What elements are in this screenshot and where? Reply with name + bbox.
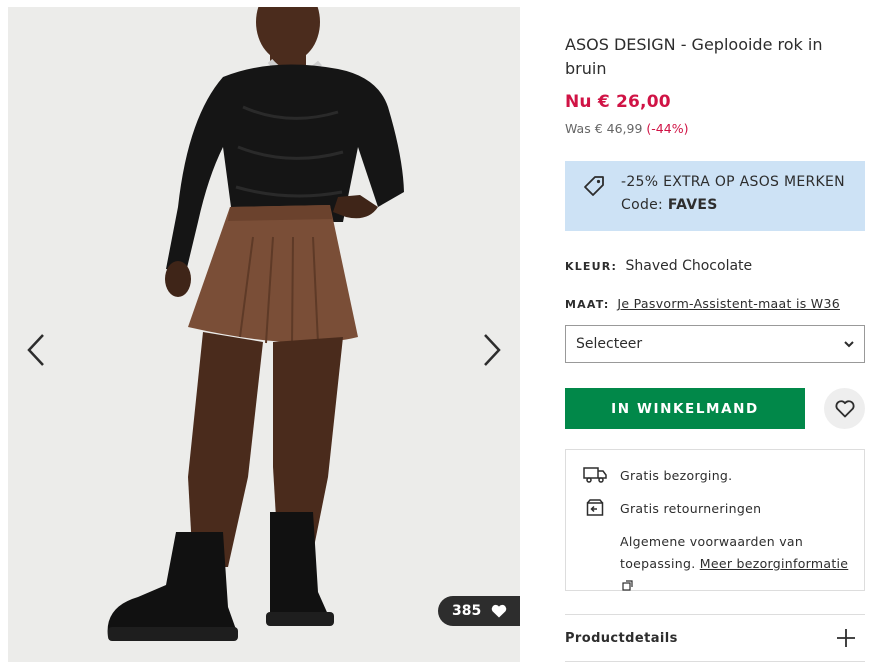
size-select-value: Selecteer: [576, 336, 643, 352]
save-for-later-button[interactable]: [824, 388, 865, 429]
was-price: Was € 46,99: [565, 121, 643, 136]
external-link-icon: [622, 580, 633, 591]
chevron-right-icon: [484, 334, 501, 366]
discount-percentage: (-44%): [646, 121, 689, 136]
free-shipping-text: Gratis bezorging.: [620, 467, 733, 483]
return-box-icon: [586, 499, 604, 516]
promo-banner: -25% EXTRA OP ASOS MERKEN Code: FAVES: [565, 161, 865, 231]
chevron-left-icon: [27, 334, 44, 366]
size-row: MAAT: Je Pasvorm-Assistent-maat is W36: [565, 296, 840, 311]
delivery-info-link[interactable]: Meer bezorginformatie: [700, 556, 849, 571]
previous-price: Was € 46,99 (-44%): [565, 121, 688, 136]
product-details-accordion[interactable]: Productdetails: [565, 614, 865, 662]
previous-image-button[interactable]: [18, 325, 54, 375]
next-image-button[interactable]: [474, 325, 510, 375]
free-returns-row: Gratis retourneringen: [582, 499, 761, 517]
colour-label: KLEUR:: [565, 260, 618, 273]
size-label: MAAT:: [565, 298, 610, 311]
current-price: Nu € 26,00: [565, 92, 671, 112]
product-title: ASOS DESIGN - Geplooide rok in bruin: [565, 35, 823, 78]
add-to-bag-button[interactable]: IN WINKELMAND: [565, 388, 805, 429]
like-count: 385: [452, 603, 482, 619]
heart-icon: [492, 604, 507, 618]
product-gallery: 385: [8, 7, 520, 662]
fit-assistant-link[interactable]: Je Pasvorm-Assistent-maat is W36: [617, 296, 840, 311]
promo-code-label: Code:: [621, 197, 664, 213]
promo-text: -25% EXTRA OP ASOS MERKEN: [621, 174, 845, 190]
colour-row: KLEUR: Shaved Chocolate: [565, 258, 752, 274]
promo-code: FAVES: [667, 197, 718, 213]
free-shipping-row: Gratis bezorging.: [582, 467, 732, 483]
heart-outline-icon: [835, 399, 854, 417]
promo-code-row: Code: FAVES: [621, 197, 718, 213]
free-returns-text: Gratis retourneringen: [620, 500, 762, 516]
chevron-down-icon: [844, 340, 854, 347]
delivery-info-box: Gratis bezorging. Gratis retourneringen …: [565, 449, 865, 591]
plus-icon: [837, 629, 855, 647]
product-image: [8, 7, 520, 662]
product-details-label: Productdetails: [565, 630, 678, 646]
like-count-badge[interactable]: 385: [438, 596, 520, 626]
tag-icon: [584, 176, 604, 196]
colour-value: Shaved Chocolate: [625, 258, 753, 274]
truck-icon: [583, 467, 607, 483]
size-select[interactable]: Selecteer: [565, 325, 865, 363]
terms-text: Algemene voorwaarden van toepassing. Mee…: [620, 531, 850, 597]
